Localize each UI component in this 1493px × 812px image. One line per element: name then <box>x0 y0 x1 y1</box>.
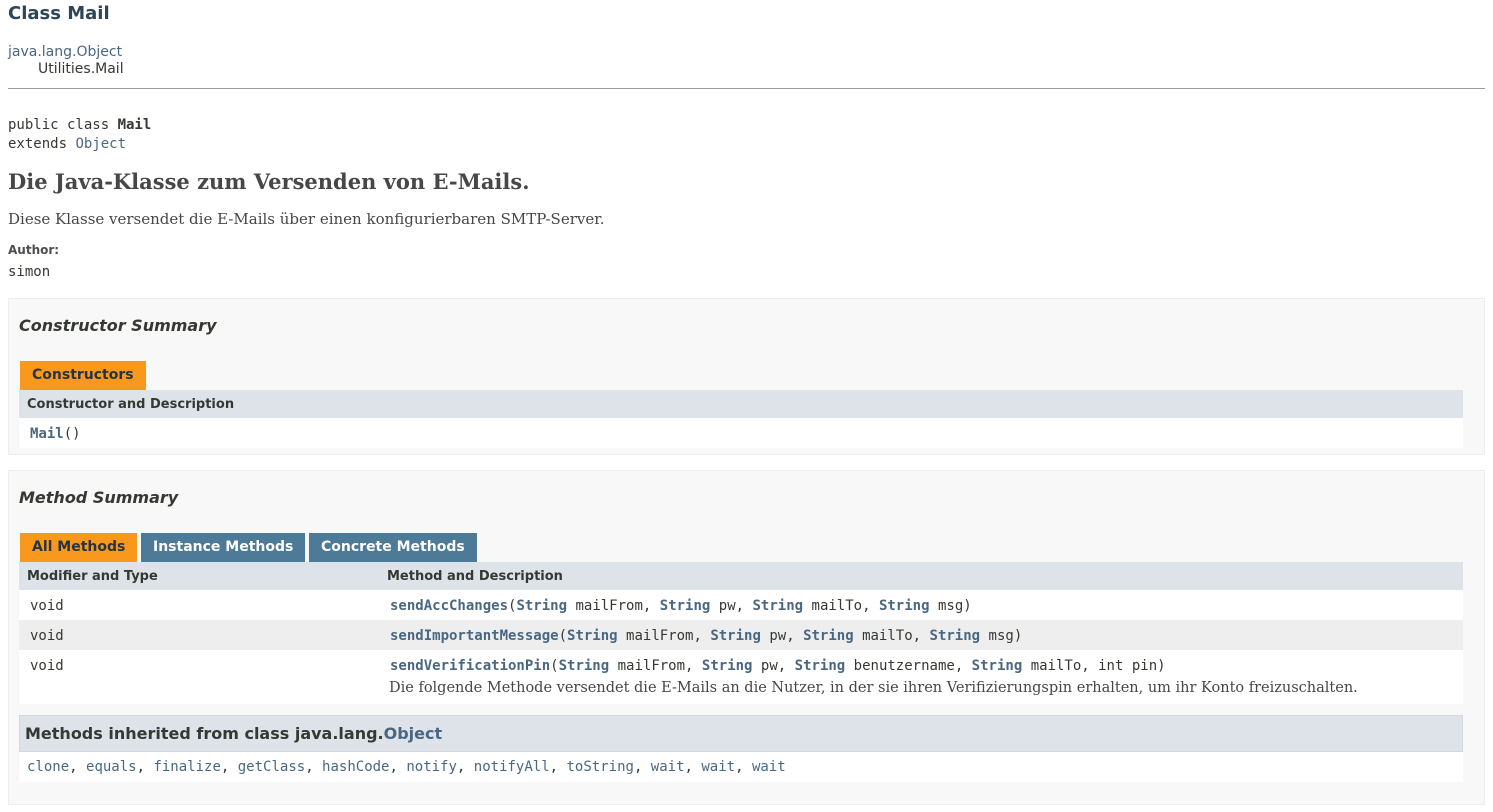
constructor-summary: Constructor Summary Constructors Constru… <box>8 298 1485 455</box>
inherited-method-link[interactable]: toString <box>567 759 634 775</box>
inherited-methods-header: Methods inherited from class java.lang.O… <box>19 715 1463 752</box>
tab-constructors[interactable]: Constructors <box>20 361 146 390</box>
class-description-title: Die Java-Klasse zum Versenden von E-Mail… <box>8 169 530 194</box>
method-signature: sendVerificationPin(String mailFrom, Str… <box>390 658 1166 674</box>
param-type-link[interactable]: String <box>879 598 930 614</box>
param-type-link[interactable]: String <box>930 628 981 644</box>
inherited-method-link[interactable]: getClass <box>238 759 305 775</box>
inherited-method-link[interactable]: notify <box>406 759 457 775</box>
param-name: mailFrom <box>575 598 643 614</box>
param-name: mailFrom <box>626 628 694 644</box>
method-return-type: void <box>30 628 64 644</box>
inherited-methods-list: clone, equals, finalize, getClass, hashC… <box>19 752 1463 782</box>
constructor-summary-title: Constructor Summary <box>19 316 217 335</box>
constructor-table-header: Constructor and Description <box>19 390 1463 418</box>
inherited-method-link[interactable]: notifyAll <box>474 759 550 775</box>
param-name: pw <box>760 658 778 674</box>
signature-prefix: public class <box>8 117 118 133</box>
tab-all-methods[interactable]: All Methods <box>20 533 138 562</box>
param-name: mailFrom <box>617 658 686 674</box>
method-link[interactable]: sendVerificationPin <box>390 658 550 674</box>
constructor-link[interactable]: Mail <box>30 426 64 442</box>
superclass-link[interactable]: java.lang.Object <box>8 44 122 60</box>
param-type-link[interactable]: String <box>702 658 753 674</box>
param-type-link[interactable]: String <box>559 658 610 674</box>
extends-link[interactable]: Object <box>75 136 126 152</box>
inherited-method-link[interactable]: hashCode <box>322 759 389 775</box>
param-name: pw <box>718 598 736 614</box>
signature-extends: extends <box>8 136 76 152</box>
signature-class-name: Mail <box>117 117 152 133</box>
inherited-method-link[interactable]: wait <box>701 759 735 775</box>
table-row: void sendAccChanges(String mailFrom, Str… <box>19 590 1463 620</box>
param-type-link[interactable]: String <box>803 628 854 644</box>
author-value: simon <box>8 264 51 280</box>
param-type-link[interactable]: String <box>660 598 711 614</box>
class-signature: public class Mail extends Object <box>8 116 151 154</box>
inherited-method-link[interactable]: wait <box>651 759 685 775</box>
method-return-type: void <box>30 598 64 614</box>
param-type-link[interactable]: String <box>795 658 846 674</box>
method-description: Die folgende Methode versendet die E-Mai… <box>389 680 1358 696</box>
table-row: Mail() <box>19 418 1463 448</box>
method-signature: sendImportantMessage(String mailFrom, St… <box>390 628 1023 644</box>
tab-concrete-methods[interactable]: Concrete Methods <box>309 533 477 562</box>
method-link[interactable]: sendImportantMessage <box>390 628 559 644</box>
param-name: msg <box>937 598 964 614</box>
inherited-method-link[interactable]: clone <box>27 759 69 775</box>
method-return-type: void <box>30 658 64 674</box>
table-row: void sendImportantMessage(String mailFro… <box>19 620 1463 650</box>
param-name: mailTo <box>862 628 913 644</box>
param-type: int <box>1098 658 1124 674</box>
method-link[interactable]: sendAccChanges <box>390 598 508 614</box>
param-name: mailTo <box>1030 658 1082 674</box>
method-table-header: Modifier and Type Method and Description <box>19 562 1463 590</box>
param-name: benutzername <box>853 658 955 674</box>
inherited-class-link[interactable]: Object <box>384 724 443 743</box>
table-row: void sendVerificationPin(String mailFrom… <box>19 650 1463 704</box>
divider <box>8 88 1485 89</box>
inherited-method-link[interactable]: wait <box>752 759 786 775</box>
method-summary: Method Summary All Methods Instance Meth… <box>8 470 1485 805</box>
page-title: Class Mail <box>8 3 110 24</box>
param-type-link[interactable]: String <box>753 598 804 614</box>
inherited-prefix: Methods inherited from class java.lang. <box>25 724 384 743</box>
inherited-method-link[interactable]: equals <box>86 759 137 775</box>
class-path: Utilities.Mail <box>38 61 124 77</box>
param-type-link[interactable]: String <box>516 598 567 614</box>
method-summary-title: Method Summary <box>19 488 179 507</box>
param-type-link[interactable]: String <box>567 628 618 644</box>
tab-instance-methods[interactable]: Instance Methods <box>141 533 306 562</box>
param-name: pin <box>1131 658 1158 674</box>
column-method-description: Method and Description <box>387 569 563 584</box>
inherited-method-link[interactable]: finalize <box>153 759 220 775</box>
param-name: pw <box>769 628 787 644</box>
class-description: Diese Klasse versendet die E-Mails über … <box>8 210 605 228</box>
column-modifier-type: Modifier and Type <box>27 569 158 584</box>
author-label: Author: <box>8 243 60 257</box>
constructor-params: () <box>63 426 81 442</box>
param-type-link[interactable]: String <box>710 628 761 644</box>
method-signature: sendAccChanges(String mailFrom, String p… <box>390 598 972 614</box>
column-constructor-description: Constructor and Description <box>27 397 235 412</box>
param-name: msg <box>988 628 1014 644</box>
param-type-link[interactable]: String <box>972 658 1023 674</box>
param-name: mailTo <box>811 598 863 614</box>
